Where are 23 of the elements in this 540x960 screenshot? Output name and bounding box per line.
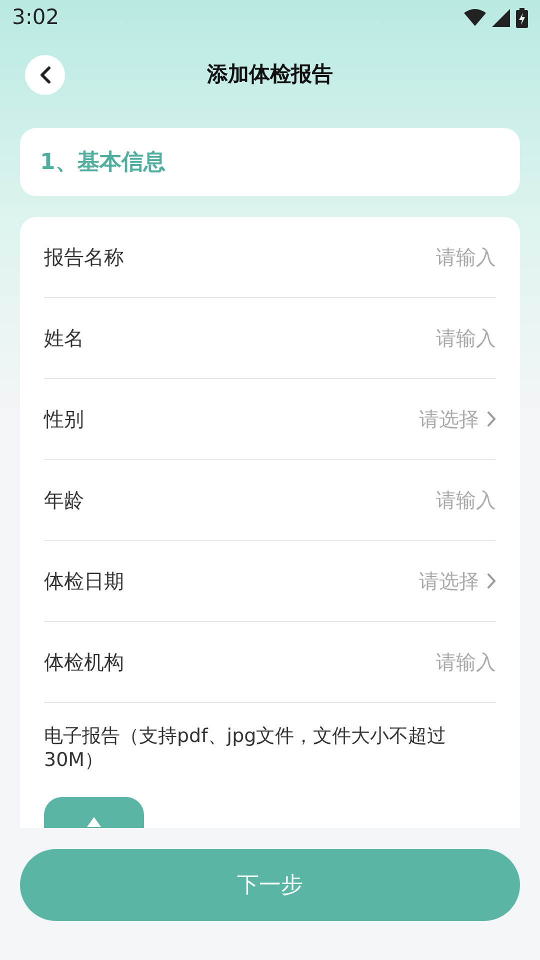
signal-icon [492, 9, 510, 27]
next-button[interactable]: 下一步 [20, 849, 520, 921]
chevron-icon [487, 573, 496, 589]
field-label: 性别 [44, 406, 84, 433]
status-time: 3:02 [12, 4, 60, 32]
back-icon [39, 66, 51, 84]
field-label: 姓名 [44, 325, 84, 352]
select-field[interactable]: 请选择 [419, 566, 496, 596]
input-field[interactable]: 请输入 [346, 647, 496, 677]
wifi-icon [464, 9, 486, 27]
chevron-icon [487, 411, 496, 427]
field-label: 报告名称 [44, 244, 124, 271]
input-field[interactable]: 请输入 [346, 242, 496, 272]
field-label: 体检日期 [44, 568, 124, 595]
section-title: 1、基本信息 [40, 148, 166, 176]
input-field[interactable]: 请输入 [346, 485, 496, 515]
input-field[interactable]: 请输入 [346, 323, 496, 353]
field-label: 年龄 [44, 487, 84, 514]
field-label: 体检机构 [44, 649, 124, 676]
upload-label: 电子报告（支持pdf、jpg文件，文件大小不超过30M） [44, 724, 448, 772]
page-title: 添加体检报告 [207, 61, 333, 88]
select-field[interactable]: 请选择 [419, 404, 496, 434]
battery-icon [516, 8, 528, 28]
